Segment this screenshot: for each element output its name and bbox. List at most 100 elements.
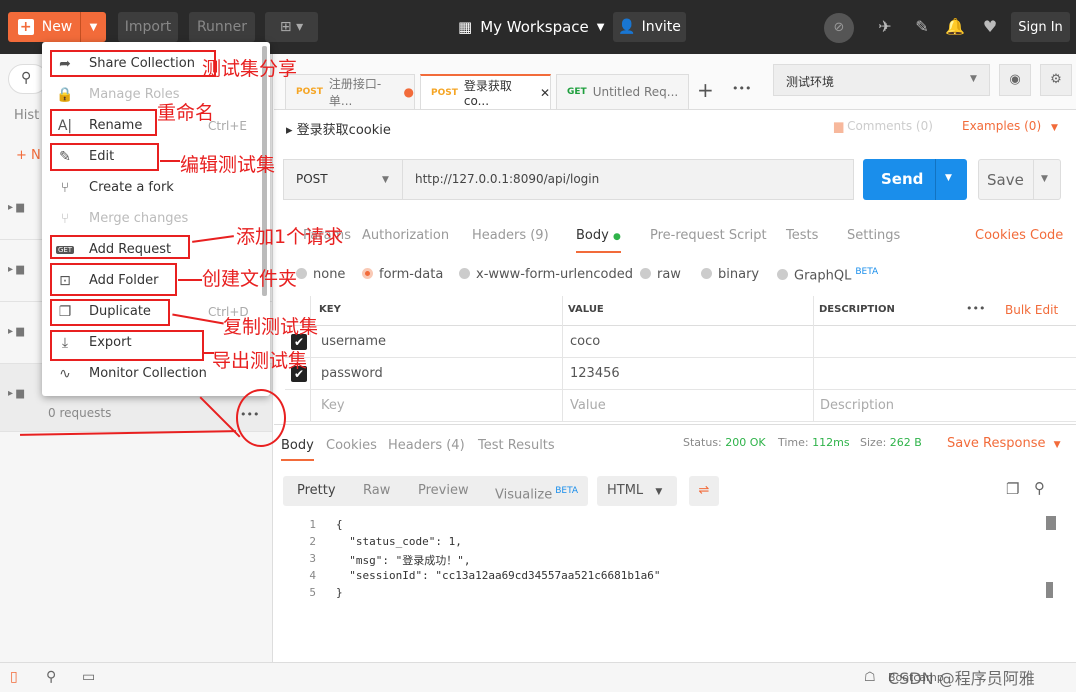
body-type-graphql[interactable]: GraphQL BETA — [777, 267, 878, 283]
body-tab-label: Body — [576, 228, 609, 243]
body-type-form-data[interactable]: form-data — [362, 267, 443, 282]
response-tab-headers[interactable]: Headers (4) — [388, 438, 465, 453]
body-type-none[interactable]: none — [296, 267, 345, 282]
chevron-down-icon[interactable]: ▼ — [1041, 174, 1048, 184]
menu-item-merge-changes[interactable]: ⑂ Merge changes — [42, 203, 260, 234]
workspace-label: My Workspace — [480, 18, 589, 36]
view-pretty[interactable]: Pretty — [297, 476, 336, 506]
beta-badge: BETA — [855, 267, 879, 277]
sync-icon[interactable]: ⊘ — [824, 13, 854, 43]
tab-authorization[interactable]: Authorization — [362, 228, 449, 243]
table-options-icon[interactable]: ••• — [966, 302, 985, 315]
find-icon[interactable]: ⚲ — [46, 669, 56, 685]
sign-in-button[interactable]: Sign In — [1011, 12, 1070, 42]
code-link[interactable]: Code — [1030, 228, 1063, 243]
body-type-label: x-www-form-urlencoded — [476, 267, 634, 282]
row-key[interactable]: password — [321, 366, 383, 381]
import-button[interactable]: Import — [118, 12, 178, 42]
visualize-label: Visualize — [495, 487, 553, 503]
view-visualize[interactable]: Visualize BETA — [495, 476, 578, 506]
tab-label: 登录获取co... — [463, 79, 512, 108]
save-button[interactable]: Save ▼ — [978, 159, 1061, 200]
chevron-down-icon: ▼ — [596, 21, 605, 33]
examples-button[interactable]: Examples (0) ▼ — [962, 119, 1058, 133]
tab-label: Untitled Req... — [592, 85, 679, 99]
row-key[interactable]: username — [321, 334, 386, 349]
body-type-raw[interactable]: raw — [640, 267, 681, 282]
chevron-down-icon[interactable]: ▼ — [80, 12, 106, 42]
radio-icon — [701, 268, 712, 279]
tab-untitled[interactable]: GET Untitled Req... — [556, 74, 689, 110]
comments-button[interactable]: ▆ Comments (0) — [834, 119, 933, 133]
console-icon[interactable]: ▭ — [82, 669, 95, 685]
tab-body[interactable]: Body ● — [576, 228, 621, 253]
bell-icon[interactable]: 🔔 — [945, 18, 965, 36]
beta-badge: BETA — [555, 486, 579, 496]
new-collection-label: N — [31, 148, 41, 163]
collection-folder-icon: ▸ ▆ — [8, 326, 24, 337]
satellite-icon[interactable]: ✈ — [876, 18, 894, 36]
scrollbar-thumb[interactable] — [1046, 516, 1056, 530]
url-input[interactable]: http://127.0.0.1:8090/api/login — [402, 159, 854, 200]
comment-icon: ▆ — [834, 119, 844, 133]
close-icon[interactable]: ✕ — [540, 86, 550, 100]
scrollbar-thumb[interactable] — [1046, 582, 1053, 598]
code-line: "status_code": 1, — [336, 535, 462, 548]
new-collection-button[interactable]: + N — [16, 148, 41, 163]
sidebar-toggle-icon[interactable]: ▯ — [10, 669, 18, 685]
monitor-icon: ∿ — [59, 365, 71, 382]
invite-button[interactable]: 👤 Invite — [613, 12, 686, 42]
body-type-label: form-data — [379, 267, 444, 282]
tab-settings[interactable]: Settings — [847, 228, 900, 243]
tab-tests[interactable]: Tests — [786, 228, 818, 243]
history-tab[interactable]: Hist — [14, 108, 39, 123]
value-placeholder[interactable]: Value — [570, 398, 606, 413]
response-size: Size: 262 B — [860, 436, 922, 449]
wrench-icon[interactable]: ✎ — [913, 18, 931, 36]
view-raw[interactable]: Raw — [363, 476, 390, 506]
eye-icon[interactable]: ◉ — [999, 64, 1031, 96]
save-response-button[interactable]: Save Response ▼ — [947, 436, 1061, 451]
new-window-button[interactable]: ⊞ ▾ — [265, 12, 318, 42]
heart-icon[interactable]: ♥ — [981, 18, 999, 36]
fork-icon: ⑂ — [60, 179, 70, 196]
view-preview[interactable]: Preview — [418, 476, 469, 506]
copy-icon[interactable]: ❐ — [1006, 480, 1019, 498]
menu-item-manage-roles[interactable]: 🔒 Manage Roles — [42, 79, 260, 110]
key-placeholder[interactable]: Key — [321, 398, 345, 413]
chevron-down-icon[interactable]: ▼ — [945, 173, 952, 183]
send-label: Send — [881, 170, 924, 188]
response-status: Status: 200 OK — [683, 436, 766, 449]
body-type-label: binary — [718, 267, 760, 282]
search-icon[interactable]: ⚲ — [1034, 479, 1045, 497]
tab-login[interactable]: POST 登录获取co... ✕ — [420, 74, 551, 110]
workspace-switcher[interactable]: ▦ My Workspace ▼ — [458, 12, 604, 42]
body-type-binary[interactable]: binary — [701, 267, 759, 282]
response-tab-body[interactable]: Body — [281, 438, 314, 461]
body-type-urlencoded[interactable]: x-www-form-urlencoded — [459, 267, 633, 282]
collection-folder-icon: ▸ ▆ — [8, 264, 24, 275]
tab-prerequest[interactable]: Pre-request Script — [650, 228, 767, 243]
tab-options-icon[interactable]: ••• — [732, 82, 751, 95]
description-placeholder[interactable]: Description — [820, 398, 894, 413]
method-select[interactable]: POST ▼ — [283, 159, 403, 200]
cookies-link[interactable]: Cookies — [975, 228, 1026, 243]
bulk-edit-link[interactable]: Bulk Edit — [1005, 303, 1058, 317]
response-tab-tests[interactable]: Test Results — [478, 438, 555, 453]
annotation-add-request: 添加1个请求 — [236, 226, 344, 248]
response-tab-cookies[interactable]: Cookies — [326, 438, 377, 453]
request-name[interactable]: ▸ 登录获取cookie — [286, 119, 391, 138]
tab-register[interactable]: POST 注册接口-单... ● — [285, 74, 415, 110]
wrap-lines-icon[interactable]: ⇌ — [689, 476, 719, 506]
chevron-down-icon: ▼ — [655, 487, 663, 497]
format-select[interactable]: HTML ▼ — [597, 476, 677, 506]
runner-button[interactable]: Runner — [189, 12, 255, 42]
add-tab-button[interactable]: + — [697, 78, 714, 102]
send-button[interactable]: Send ▼ — [863, 159, 967, 200]
gear-icon[interactable]: ⚙ — [1040, 64, 1072, 96]
new-button[interactable]: + New ▼ — [8, 12, 106, 42]
row-value[interactable]: 123456 — [570, 366, 620, 381]
row-value[interactable]: coco — [570, 334, 600, 349]
environment-select[interactable]: 测试环境 ▼ — [773, 64, 990, 96]
tab-headers[interactable]: Headers (9) — [472, 228, 549, 243]
